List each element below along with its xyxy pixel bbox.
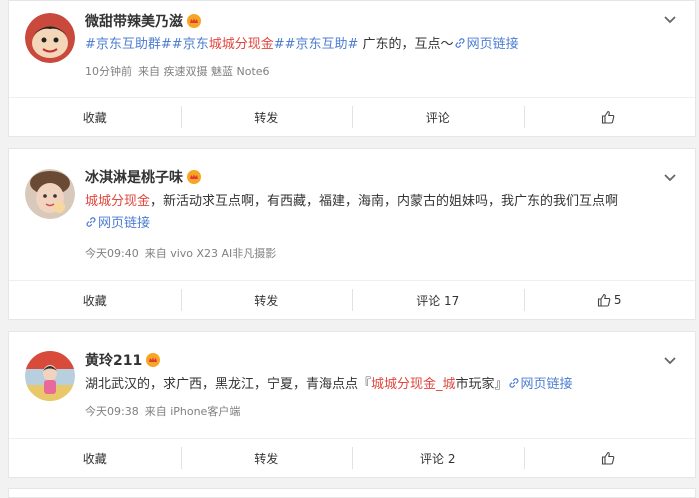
post-meta: 今天09:40 来自 vivo X23 AI非凡摄影 bbox=[85, 245, 282, 261]
chevron-down-icon[interactable] bbox=[663, 15, 677, 25]
hashtag[interactable]: 城城分现金 bbox=[85, 194, 150, 209]
post-card: 微甜带辣美乃滋 #京东互助群##京东城城分现金##京东互助# 广东的，互点～ 网页… bbox=[8, 0, 696, 137]
like-button[interactable] bbox=[523, 439, 696, 477]
chevron-down-icon[interactable] bbox=[663, 356, 677, 366]
avatar[interactable] bbox=[25, 13, 75, 63]
action-bar: 收藏 转发 评论 2 bbox=[9, 438, 695, 477]
action-bar: 收藏 转发 评论 17 5 bbox=[9, 280, 695, 319]
post-content: 城城分现金，新活动求互点啊，有西藏，福建，海南，内蒙古的姐妹吗，我广东的我们互点… bbox=[85, 191, 679, 235]
repost-button[interactable]: 转发 bbox=[180, 281, 353, 319]
hashtag[interactable]: #京东互助群# bbox=[85, 37, 172, 52]
link-icon bbox=[455, 38, 465, 48]
post-card: 黄玲211 湖北武汉的，求广西，黑龙江，宁夏，青海点点『城城分现金_城市玩家』网… bbox=[8, 331, 696, 478]
favorite-button[interactable]: 收藏 bbox=[9, 439, 181, 477]
comment-button[interactable]: 评论 2 bbox=[352, 439, 524, 477]
hashtag[interactable]: 城城分现金_城 bbox=[371, 377, 456, 392]
thumbs-up-icon bbox=[601, 451, 615, 465]
web-link[interactable]: 网页链接 bbox=[85, 216, 150, 231]
post-source: 来自 疾速双摄 魅蓝 Note6 bbox=[138, 65, 270, 78]
post-time[interactable]: 今天09:38 bbox=[85, 405, 139, 418]
post-content: #京东互助群##京东城城分现金##京东互助# 广东的，互点～ 网页链接 bbox=[85, 34, 679, 56]
vip-crown-icon bbox=[187, 14, 201, 28]
username[interactable]: 微甜带辣美乃滋 bbox=[85, 11, 183, 31]
post-card: 冰淇淋是桃子味 城城分现金，新活动求互点啊，有西藏，福建，海南，内蒙古的姐妹吗，… bbox=[8, 148, 696, 320]
user-row: 冰淇淋是桃子味 bbox=[85, 167, 201, 187]
post-text: 湖北武汉的，求广西，黑龙江，宁夏，青海点点『 bbox=[85, 377, 372, 392]
favorite-button[interactable]: 收藏 bbox=[9, 281, 181, 319]
comment-button[interactable]: 评论 bbox=[352, 98, 524, 136]
user-row: 黄玲211 bbox=[85, 350, 161, 370]
post-time[interactable]: 今天09:40 bbox=[85, 247, 139, 260]
vip-crown-icon bbox=[187, 170, 201, 184]
post-text: ，新活动求互点啊，有西藏，福建，海南，内蒙古的姐妹吗，我广东的我们互点啊 bbox=[150, 194, 619, 209]
hashtag[interactable]: #京东城城分现金# bbox=[172, 37, 285, 52]
weibo-feed: 微甜带辣美乃滋 #京东互助群##京东城城分现金##京东互助# 广东的，互点～ 网页… bbox=[0, 0, 699, 498]
username[interactable]: 黄玲211 bbox=[85, 350, 142, 370]
vip-crown-icon bbox=[146, 353, 161, 367]
post-meta: 今天09:38 来自 iPhone客户端 bbox=[85, 403, 246, 419]
post-meta: 10分钟前 来自 疾速双摄 魅蓝 Note6 bbox=[85, 63, 276, 79]
web-link[interactable]: 网页链接 bbox=[508, 377, 573, 392]
favorite-button[interactable]: 收藏 bbox=[9, 98, 181, 136]
post-source: 来自 iPhone客户端 bbox=[144, 405, 241, 418]
repost-button[interactable]: 转发 bbox=[180, 439, 353, 477]
repost-button[interactable]: 转发 bbox=[180, 98, 353, 136]
link-icon bbox=[509, 378, 519, 388]
post-text: 广东的，互点～ bbox=[358, 37, 454, 52]
like-button[interactable] bbox=[523, 98, 696, 136]
post-source: 来自 vivo X23 AI非凡摄影 bbox=[144, 247, 277, 260]
like-count: 5 bbox=[613, 293, 622, 307]
web-link[interactable]: 网页链接 bbox=[454, 37, 519, 52]
avatar[interactable] bbox=[25, 351, 75, 401]
user-row: 微甜带辣美乃滋 bbox=[85, 11, 201, 31]
thumbs-up-icon bbox=[597, 293, 611, 307]
post-time[interactable]: 10分钟前 bbox=[85, 65, 132, 78]
hashtag[interactable]: #京东互助# bbox=[285, 37, 359, 52]
comment-button[interactable]: 评论 17 bbox=[352, 281, 524, 319]
link-icon bbox=[86, 217, 96, 227]
username[interactable]: 冰淇淋是桃子味 bbox=[85, 167, 183, 187]
like-button[interactable]: 5 bbox=[523, 281, 696, 319]
post-content: 湖北武汉的，求广西，黑龙江，宁夏，青海点点『城城分现金_城市玩家』 网页链接 bbox=[85, 374, 679, 396]
post-text: 市玩家』 bbox=[455, 377, 508, 392]
action-bar: 收藏 转发 评论 bbox=[9, 97, 695, 136]
thumbs-up-icon bbox=[601, 110, 615, 124]
chevron-down-icon[interactable] bbox=[663, 173, 677, 183]
avatar[interactable] bbox=[25, 169, 75, 219]
post-card-partial bbox=[8, 488, 696, 498]
